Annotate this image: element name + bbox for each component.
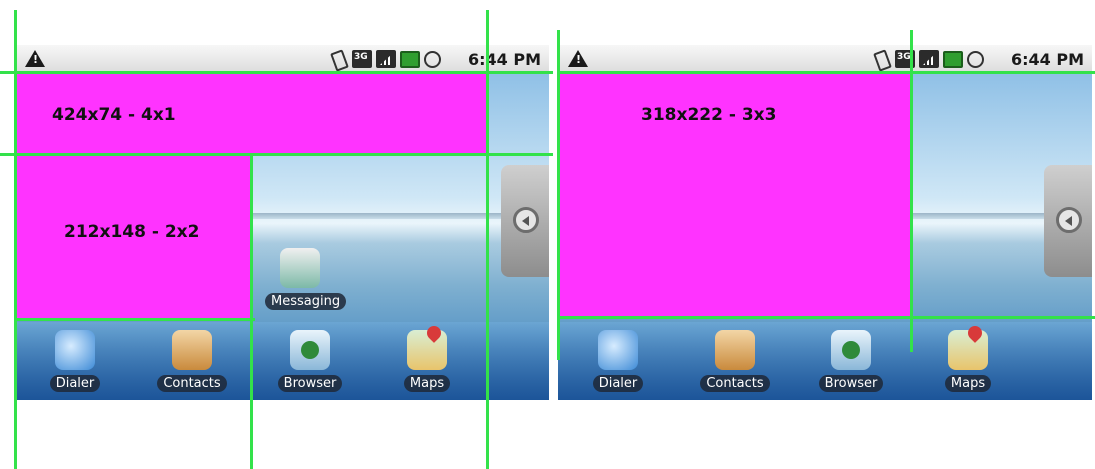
widget-3x3[interactable]: 318x222 - 3x3	[560, 73, 910, 319]
contacts-icon	[715, 330, 755, 370]
app-drawer-handle[interactable]	[501, 165, 549, 277]
dock-app-dialer[interactable]: Dialer	[40, 330, 110, 392]
grid-line	[910, 30, 913, 352]
warning-icon	[25, 50, 45, 67]
app-label: Dialer	[49, 375, 101, 392]
maps-icon	[407, 330, 447, 370]
left-home-screen: 6:44 PM 424x74 - 4x1 212x148 - 2x2 Messa…	[15, 45, 549, 400]
widget-size-label: 318x222 - 3x3	[641, 105, 777, 125]
dialer-icon	[598, 330, 638, 370]
app-label: Browser	[818, 375, 884, 392]
vibrate-icon	[871, 50, 891, 68]
dock-app-browser[interactable]: Browser	[816, 330, 886, 392]
drawer-arrow-icon	[513, 207, 539, 233]
grid-line	[0, 153, 553, 156]
app-label: Maps	[944, 375, 992, 392]
app-label: Browser	[277, 375, 343, 392]
contacts-icon	[172, 330, 212, 370]
3g-icon	[352, 50, 372, 68]
widget-size-label: 424x74 - 4x1	[52, 105, 176, 125]
dock-app-maps[interactable]: Maps	[392, 330, 462, 392]
status-icons	[871, 50, 984, 68]
dock-app-dialer[interactable]: Dialer	[583, 330, 653, 392]
app-label: Contacts	[157, 375, 227, 392]
vibrate-icon	[328, 50, 348, 68]
grid-line	[250, 155, 253, 469]
app-messaging[interactable]: Messaging	[265, 248, 347, 310]
messaging-icon	[280, 248, 320, 288]
right-home-screen: 6:44 PM 318x222 - 3x3 Dialer Contacts Br…	[558, 45, 1092, 400]
warning-icon	[568, 50, 588, 67]
grid-line	[15, 318, 255, 321]
drawer-arrow-icon	[1056, 207, 1082, 233]
app-label: Contacts	[700, 375, 770, 392]
signal-icon	[376, 50, 396, 68]
widget-4x1[interactable]: 424x74 - 4x1	[15, 73, 487, 153]
dock-app-browser[interactable]: Browser	[275, 330, 345, 392]
signal-icon	[919, 50, 939, 68]
grid-line	[486, 10, 489, 469]
status-clock: 6:44 PM	[467, 50, 541, 69]
app-drawer-handle[interactable]	[1044, 165, 1092, 277]
maps-icon	[948, 330, 988, 370]
battery-icon	[943, 50, 963, 68]
alarm-icon	[967, 50, 984, 68]
grid-line	[0, 71, 553, 74]
dialer-icon	[55, 330, 95, 370]
grid-line	[557, 71, 1095, 74]
browser-icon	[290, 330, 330, 370]
dock-app-maps[interactable]: Maps	[933, 330, 1003, 392]
status-bar: 6:44 PM	[15, 45, 549, 73]
browser-icon	[831, 330, 871, 370]
grid-line	[557, 30, 560, 360]
app-label: Maps	[403, 375, 451, 392]
grid-line	[14, 10, 17, 469]
widget-2x2[interactable]: 212x148 - 2x2	[15, 156, 250, 321]
alarm-icon	[424, 50, 441, 68]
status-bar: 6:44 PM	[558, 45, 1092, 73]
app-label: Dialer	[592, 375, 644, 392]
grid-line	[557, 316, 1095, 319]
dock-app-contacts[interactable]: Contacts	[157, 330, 227, 392]
app-label: Messaging	[265, 293, 347, 310]
dock-app-contacts[interactable]: Contacts	[700, 330, 770, 392]
battery-icon	[400, 50, 420, 68]
widget-size-label: 212x148 - 2x2	[64, 222, 200, 242]
status-clock: 6:44 PM	[1010, 50, 1084, 69]
status-icons	[328, 50, 441, 68]
